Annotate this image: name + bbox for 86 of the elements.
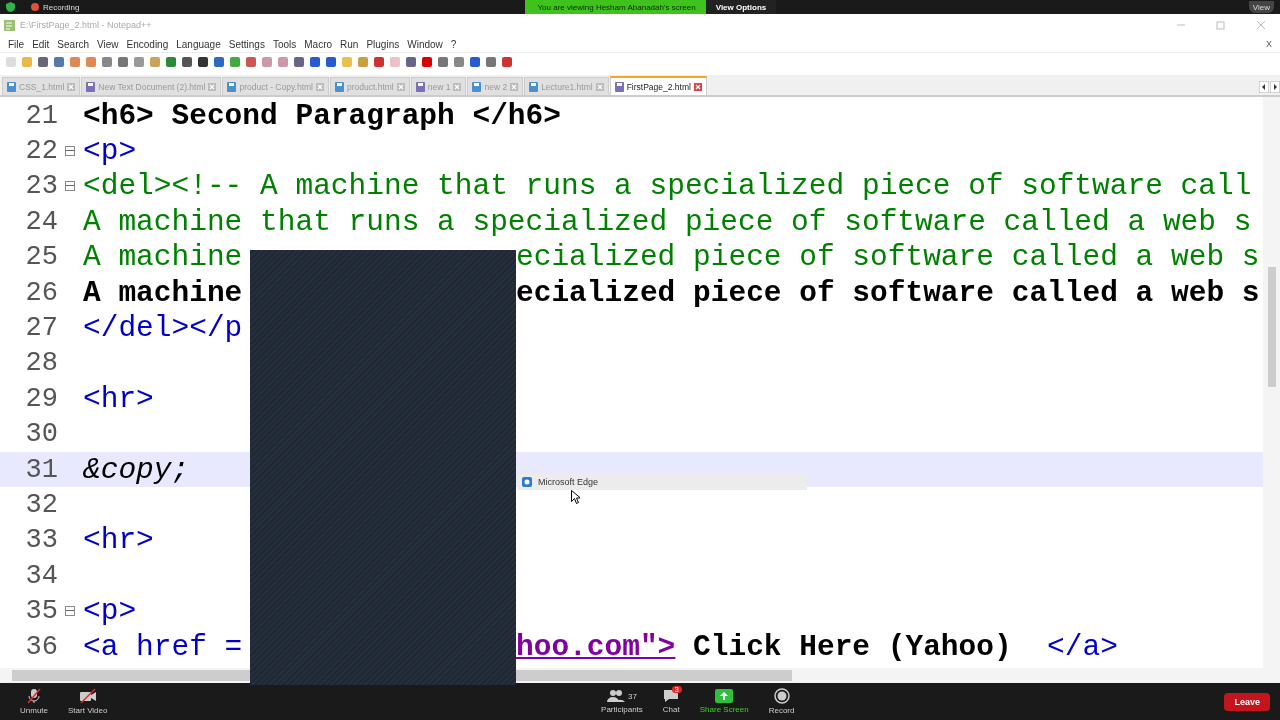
menu-item[interactable]: View [93, 38, 123, 50]
line-number: 21 [24, 100, 59, 131]
line-number: 23 [24, 171, 59, 202]
line-number: 26 [24, 277, 59, 308]
view-options-button[interactable]: View Options [705, 0, 777, 14]
line-number: 27 [24, 313, 59, 344]
menu-item[interactable]: Plugins [362, 38, 404, 50]
file-icon [227, 81, 237, 92]
file-icon [415, 81, 425, 92]
line-number: 28 [24, 348, 59, 379]
code-text: A machine [83, 275, 243, 310]
line-number: 22 [24, 136, 59, 167]
code-text: ecialized piece of software called a web s [516, 275, 1260, 310]
browser-icon [522, 477, 532, 487]
code-text: <hr> [83, 381, 154, 416]
code-text: A machine that runs a specialized piece of software called a web s [83, 204, 1252, 239]
code-text: <hr> [83, 523, 154, 558]
file-icon [529, 81, 539, 92]
menu-item[interactable]: ? [446, 38, 461, 50]
share-screen-icon [715, 689, 734, 703]
line-number: 30 [24, 419, 59, 450]
menu-item[interactable]: Search [53, 38, 94, 50]
line-number: 29 [24, 383, 59, 414]
viewing-banner: You are viewing Hesham Abanadah's screen [525, 0, 706, 14]
code-text: <h6> Second Paragraph </h6> [83, 98, 561, 133]
video-off-icon [78, 688, 97, 704]
meeting-control-button[interactable]: Start Video [58, 688, 118, 715]
code-text: <del><!-- A machine that runs a specialized piece of software call [83, 169, 1252, 204]
meeting-control-button[interactable]: Unmute [10, 688, 58, 715]
file-icon [335, 81, 344, 92]
line-number: 34 [24, 560, 59, 591]
meeting-control-button[interactable]: 37 Participants [591, 689, 653, 714]
vertical-scrollbar[interactable] [1263, 97, 1280, 668]
window-title: E:\FirstPage_2.html - Notepad++ [20, 20, 152, 30]
code-text: <p> [83, 594, 137, 629]
chat-bubble-icon [663, 689, 680, 703]
menu-item[interactable]: Macro [300, 38, 337, 50]
scroll-right-icon[interactable] [1270, 81, 1280, 93]
participant-count: 37 [628, 691, 637, 701]
menu-item[interactable]: Window [403, 38, 447, 50]
shield-icon [6, 2, 15, 12]
menu-item[interactable]: Tools [268, 38, 301, 50]
menu-item[interactable]: Run [336, 38, 363, 50]
meeting-control-button[interactable]: Record [758, 688, 805, 715]
file-icon [614, 81, 624, 92]
notepad-icon [4, 19, 15, 31]
line-number: 36 [24, 631, 59, 662]
record-dot-icon [31, 3, 39, 11]
scroll-left-icon[interactable] [1259, 81, 1269, 93]
code-text: </del></p [83, 311, 243, 346]
line-number: 31 [24, 454, 59, 485]
file-icon [472, 81, 482, 92]
meeting-control-button[interactable]: Share Screen [689, 689, 759, 714]
menu-item[interactable]: Encoding [122, 38, 173, 50]
code-text: Click Here (Yahoo) [692, 629, 1012, 664]
line-number: 25 [24, 242, 59, 273]
menu-item[interactable]: Language [172, 38, 225, 50]
file-tab[interactable]: FirstPage_2.html [609, 76, 707, 95]
fold-marker[interactable] [65, 146, 75, 157]
code-text: <p> [83, 134, 137, 169]
code-text: &copy; [83, 452, 190, 487]
people-icon [607, 689, 625, 703]
recording-label: Recording [43, 2, 80, 12]
mouse-pointer-icon [571, 490, 580, 504]
fold-marker[interactable] [65, 606, 75, 617]
view-button[interactable]: View [1248, 1, 1274, 13]
line-number: 33 [24, 525, 59, 556]
code-text: <a href = [83, 629, 243, 664]
code-text: A machine [83, 240, 243, 275]
menu-item[interactable]: Edit [28, 38, 54, 50]
link-text: hoo.com"> [516, 629, 676, 664]
close-icon[interactable] [693, 82, 702, 91]
tooltip-text: Microsoft Edge [538, 477, 599, 487]
muted-microphone-icon [27, 688, 41, 704]
line-number: 32 [24, 490, 59, 520]
leave-button[interactable]: Leave [1224, 692, 1270, 711]
line-number: 35 [24, 596, 59, 627]
file-icon [7, 81, 16, 92]
line-number: 24 [24, 206, 59, 237]
menu-item[interactable]: File [4, 38, 29, 50]
file-icon [86, 81, 96, 92]
code-text: </a> [1046, 629, 1118, 664]
menu-item[interactable]: Settings [224, 38, 269, 50]
code-text: ecialized piece of software called a web s [516, 240, 1260, 275]
fold-marker[interactable] [65, 181, 75, 192]
close-document-button[interactable]: X [1262, 39, 1276, 49]
